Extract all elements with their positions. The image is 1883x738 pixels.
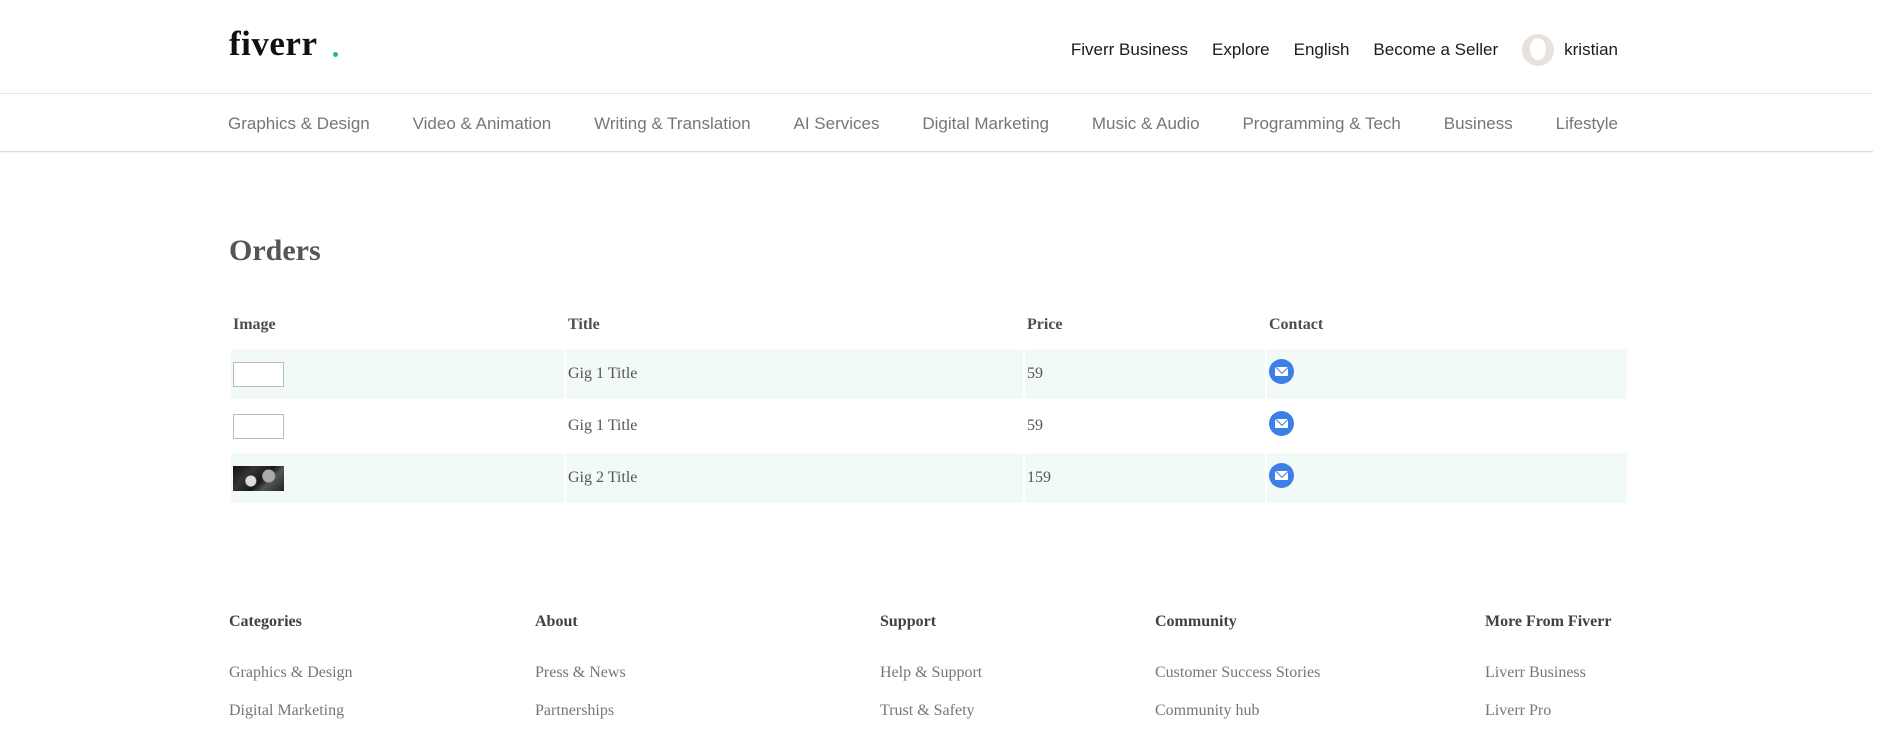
footer-link[interactable]: Graphics & Design — [229, 664, 353, 682]
order-price: 159 — [1025, 453, 1265, 503]
top-navbar: fiverr Fiverr Business Explore English B… — [0, 0, 1873, 94]
explore-link[interactable]: Explore — [1212, 40, 1270, 60]
message-icon[interactable] — [1269, 463, 1294, 488]
order-image-cell — [231, 349, 564, 399]
order-title: Gig 1 Title — [566, 349, 1023, 399]
category-graphics-design[interactable]: Graphics & Design — [228, 114, 370, 134]
become-seller-link[interactable]: Become a Seller — [1373, 40, 1498, 60]
category-ai-services[interactable]: AI Services — [794, 114, 880, 134]
category-digital-marketing[interactable]: Digital Marketing — [922, 114, 1049, 134]
footer-link[interactable]: Liverr Business — [1485, 664, 1586, 682]
order-title: Gig 2 Title — [566, 453, 1023, 503]
footer-link[interactable]: Trust & Safety — [880, 702, 975, 720]
category-menu: Graphics & Design Video & Animation Writ… — [0, 95, 1873, 152]
gig-thumbnail — [233, 413, 284, 439]
footer-heading: Support — [880, 613, 937, 630]
logo-dot-icon — [333, 52, 338, 57]
order-image-cell — [231, 401, 564, 451]
order-contact-cell — [1267, 401, 1627, 451]
username[interactable]: kristian — [1564, 40, 1618, 60]
table-row: Gig 1 Title 59 — [231, 349, 1627, 399]
footer-link[interactable]: Partnerships — [535, 702, 614, 720]
category-writing-translation[interactable]: Writing & Translation — [594, 114, 751, 134]
order-image-cell — [231, 453, 564, 503]
category-music-audio[interactable]: Music & Audio — [1092, 114, 1200, 134]
footer-heading: Community — [1155, 613, 1237, 630]
avatar[interactable] — [1522, 34, 1555, 66]
column-header-title: Title — [568, 316, 600, 333]
footer-column-support: Support Help & Support Trust & Safety — [880, 613, 982, 719]
category-business[interactable]: Business — [1444, 114, 1513, 134]
table-row: Gig 2 Title 159 — [231, 453, 1627, 503]
column-header-contact: Contact — [1269, 316, 1324, 333]
footer-column-more-from-fiverr: More From Fiverr Liverr Business Liverr … — [1485, 613, 1612, 719]
footer-heading: Categories — [229, 613, 302, 630]
order-price: 59 — [1025, 349, 1265, 399]
footer-column-categories: Categories Graphics & Design Digital Mar… — [229, 613, 353, 719]
order-contact-cell — [1267, 453, 1627, 503]
footer-link[interactable]: Community hub — [1155, 702, 1259, 720]
page-title: Orders — [229, 234, 321, 267]
category-lifestyle[interactable]: Lifestyle — [1556, 114, 1618, 134]
fiverr-logo[interactable]: fiverr — [229, 24, 317, 64]
orders-table: Image Title Price Contact Gig 1 Title 59… — [229, 301, 1629, 505]
footer-link[interactable]: Customer Success Stories — [1155, 664, 1320, 682]
header-nav: Fiverr Business Explore English Become a… — [1047, 34, 1618, 66]
category-video-animation[interactable]: Video & Animation — [413, 114, 552, 134]
footer-link[interactable]: Press & News — [535, 664, 626, 682]
gig-thumbnail — [233, 465, 284, 491]
language-link[interactable]: English — [1294, 40, 1350, 60]
order-price: 59 — [1025, 401, 1265, 451]
message-icon[interactable] — [1269, 411, 1294, 436]
order-contact-cell — [1267, 349, 1627, 399]
footer-column-community: Community Customer Success Stories Commu… — [1155, 613, 1320, 719]
user-menu[interactable]: kristian — [1522, 34, 1618, 66]
gig-thumbnail — [233, 361, 284, 387]
table-header-row: Image Title Price Contact — [231, 303, 1627, 347]
footer-link[interactable]: Digital Marketing — [229, 702, 344, 720]
message-icon[interactable] — [1269, 359, 1294, 384]
footer-column-about: About Press & News Partnerships — [535, 613, 626, 719]
footer-heading: More From Fiverr — [1485, 613, 1612, 630]
category-programming-tech[interactable]: Programming & Tech — [1242, 114, 1400, 134]
column-header-price: Price — [1027, 316, 1063, 333]
footer-link[interactable]: Liverr Pro — [1485, 702, 1551, 720]
footer-heading: About — [535, 613, 578, 630]
column-header-image: Image — [233, 316, 276, 333]
footer-link[interactable]: Help & Support — [880, 664, 982, 682]
table-row: Gig 1 Title 59 — [231, 401, 1627, 451]
fiverr-business-link[interactable]: Fiverr Business — [1071, 40, 1188, 60]
order-title: Gig 1 Title — [566, 401, 1023, 451]
